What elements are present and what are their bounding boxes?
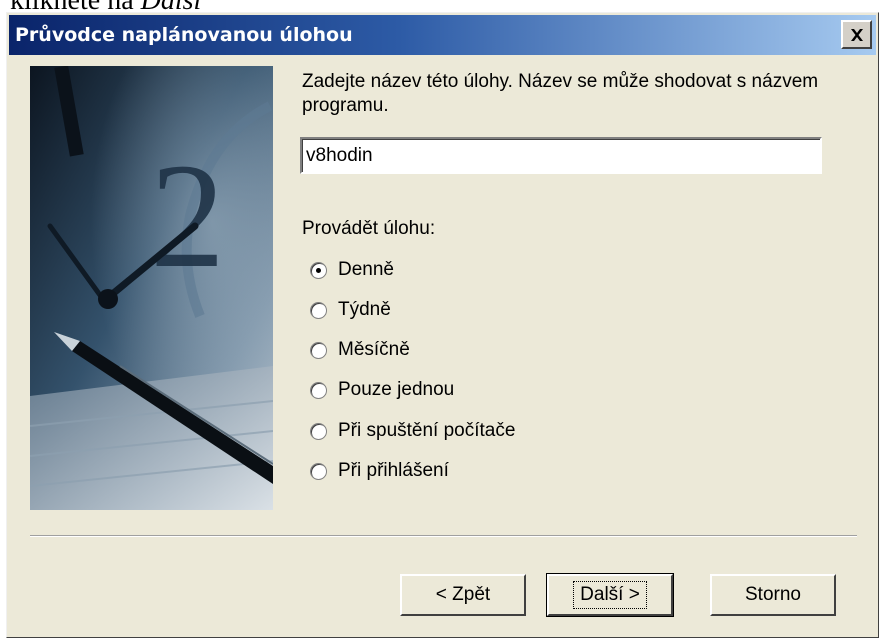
window-title: Průvodce naplánovanou úlohou [15, 24, 353, 46]
radio-button[interactable] [310, 301, 327, 319]
close-icon [850, 28, 863, 41]
next-button-label: Další > [573, 581, 647, 609]
option-label: Měsíčně [338, 339, 410, 360]
wizard-illustration: 2 [30, 66, 273, 510]
option-label: Pouze jednou [338, 379, 455, 400]
option-weekly[interactable]: Týdně [310, 295, 391, 325]
cancel-button-label: Storno [745, 584, 801, 605]
back-button[interactable]: < Zpět [400, 574, 526, 616]
footer-separator [30, 535, 857, 537]
svg-text:2: 2 [150, 133, 225, 299]
task-name-prompt: Zadejte název této úlohy. Název se může … [302, 71, 819, 116]
radio-button[interactable] [310, 462, 327, 480]
option-monthly[interactable]: Měsíčně [310, 335, 410, 365]
clock-and-pen-image: 2 [30, 66, 273, 510]
radio-button[interactable] [310, 341, 327, 359]
back-button-label: < Zpět [435, 584, 491, 605]
option-label: Při přihlášení [338, 460, 449, 481]
option-label: Denně [338, 259, 394, 280]
radio-button[interactable] [310, 261, 327, 279]
option-once[interactable]: Pouze jednou [310, 375, 454, 405]
next-button[interactable]: Další > [546, 573, 674, 617]
close-button[interactable] [841, 20, 872, 49]
option-at-logon[interactable]: Při přihlášení [310, 456, 449, 486]
option-daily[interactable]: Denně [310, 255, 394, 285]
cancel-button[interactable]: Storno [710, 574, 836, 616]
option-at-startup[interactable]: Při spuštění počítače [310, 416, 515, 446]
option-label: Týdně [338, 299, 391, 320]
radio-button[interactable] [310, 422, 327, 440]
frequency-label: Provádět úlohu: [302, 218, 436, 239]
option-label: Při spuštění počítače [338, 420, 516, 441]
radio-button[interactable] [310, 381, 327, 399]
title-bar: Průvodce naplánovanou úlohou [9, 15, 876, 55]
task-name-input[interactable] [300, 137, 822, 174]
